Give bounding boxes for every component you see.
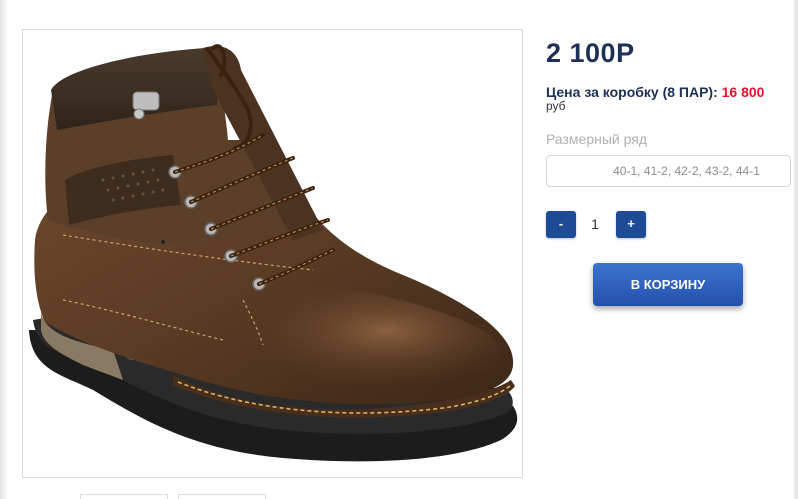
box-price-label: Цена за коробку (8 ПАР): — [546, 84, 718, 100]
thumbnail-2[interactable] — [178, 494, 266, 499]
quantity-decrease-button[interactable]: - — [546, 211, 576, 238]
box-price-currency: руб — [546, 99, 566, 113]
thumbnail-1[interactable] — [80, 494, 168, 499]
product-page: 2 100Р Цена за коробку (8 ПАР): 16 800 р… — [0, 0, 798, 499]
product-image[interactable] — [22, 29, 523, 478]
quantity-input[interactable]: 1 — [580, 211, 610, 238]
product-price: 2 100Р — [546, 38, 635, 68]
size-range-label: Размерный ряд — [546, 131, 648, 147]
size-range-field[interactable]: 40-1, 41-2, 42-2, 43-2, 44-1 — [546, 155, 791, 187]
add-to-cart-button[interactable]: В КОРЗИНУ — [593, 263, 743, 306]
page-edge — [794, 0, 798, 499]
box-price: Цена за коробку (8 ПАР): 16 800 — [546, 84, 764, 100]
box-price-value: 16 800 — [721, 84, 765, 100]
boot-illustration — [29, 44, 518, 462]
left-edge-shadow — [0, 0, 8, 499]
quantity-increase-button[interactable]: + — [616, 211, 646, 238]
